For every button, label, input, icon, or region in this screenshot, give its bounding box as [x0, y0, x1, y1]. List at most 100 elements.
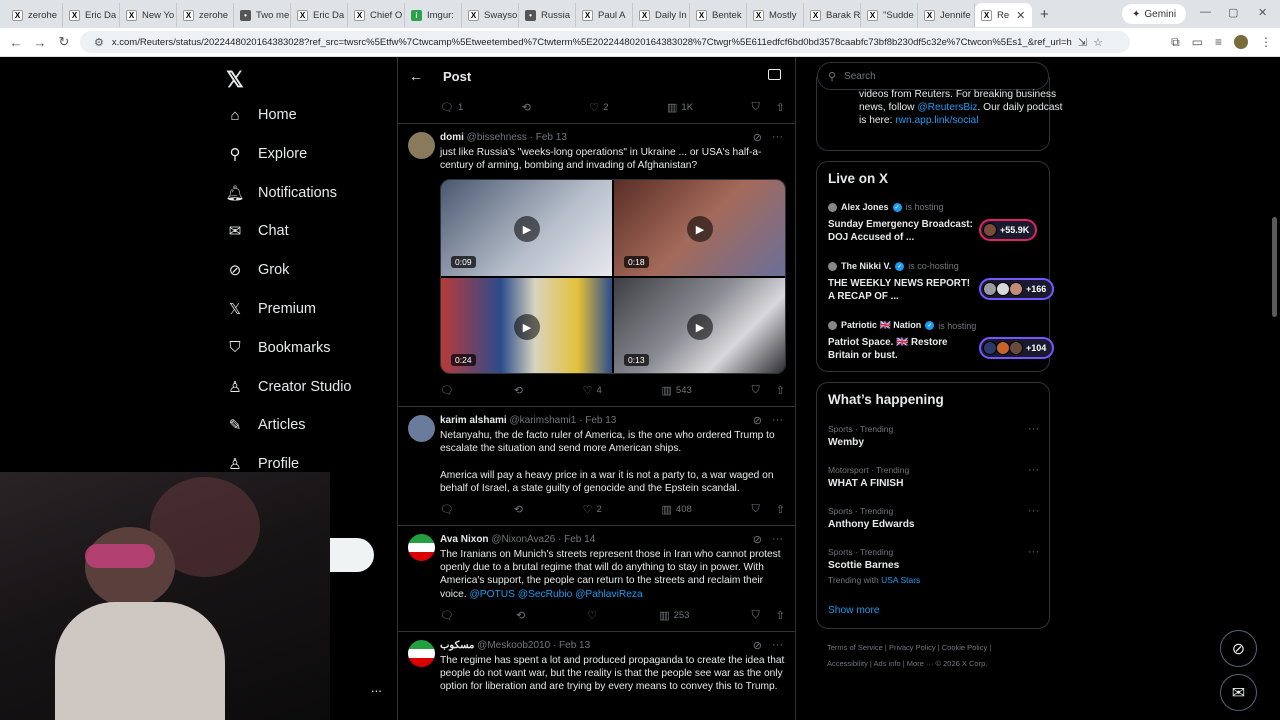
trend-sub-link[interactable]: USA Stars	[881, 575, 920, 585]
x-logo-icon[interactable]: 𝕏	[226, 67, 244, 93]
browser-tab[interactable]: X "Sudde	[861, 3, 918, 27]
url-text[interactable]: x.com/Reuters/status/2022448020164383028…	[112, 37, 1072, 48]
avatar[interactable]	[408, 415, 435, 442]
back-arrow-icon[interactable]: ←	[409, 68, 423, 84]
trend-name[interactable]: Anthony Edwards	[828, 519, 915, 530]
footer-links-2[interactable]: Accessibility | Ads info | More ··· © 20…	[827, 659, 987, 668]
tweet-date[interactable]: · Feb 13	[530, 132, 567, 143]
browser-tab[interactable]: X Chief O	[348, 3, 405, 27]
forward-icon[interactable]: →	[28, 35, 52, 50]
share-icon[interactable]: ⇧	[776, 101, 785, 114]
grok-fab-icon[interactable]: ⊘	[1220, 630, 1257, 667]
tweet-date[interactable]: · Feb 14	[558, 534, 595, 545]
gemini-button[interactable]: ✦ Gemini	[1122, 4, 1187, 24]
bookmark-button[interactable]: ⛉ ⇧	[752, 384, 785, 397]
browser-tab[interactable]: Xzerohe	[177, 3, 234, 27]
live-space-title[interactable]: Patriot Space. 🇬🇧 Restore Britain or bus…	[828, 336, 973, 362]
browser-tab[interactable]: X Eric Da	[291, 3, 348, 27]
bookmark-button[interactable]: ⛉ ⇧	[752, 609, 785, 622]
tab-active[interactable]: X Re ✕	[975, 3, 1032, 27]
split-view-icon[interactable]: ▭	[1192, 35, 1203, 50]
tab-close-icon[interactable]: ✕	[1016, 9, 1025, 22]
trend-name[interactable]: Wemby	[828, 437, 864, 448]
bookmark-button[interactable]: ⛉ ⇧	[752, 101, 785, 114]
like-button[interactable]: ♡ 2	[583, 503, 602, 516]
browser-tab[interactable]: X Swayso	[462, 3, 519, 27]
tweet[interactable]: مسكوب @Meskoob2010 · Feb 13 ⊘ ··· The reg…	[398, 631, 795, 720]
video-thumbnail[interactable]: ▶ 0:24	[441, 278, 612, 373]
browser-tab[interactable]: X Bentek	[690, 3, 747, 27]
like-button[interactable]: ♡ 2	[589, 101, 608, 114]
nav-item-creator-studio[interactable]: ♙ Creator Studio	[226, 378, 351, 396]
trend-name[interactable]: WHAT A FINISH	[828, 478, 903, 489]
browser-tab[interactable]: i Imgur:	[405, 3, 462, 27]
author-handle[interactable]: @bissehness	[467, 132, 527, 143]
nav-item-articles[interactable]: ✎ Articles	[226, 416, 306, 434]
more-icon[interactable]: ···	[772, 131, 783, 144]
site-info-icon[interactable]: ⚙	[94, 36, 104, 49]
share-icon[interactable]: ⇧	[776, 503, 785, 516]
video-thumbnail[interactable]: ▶ 0:09	[441, 180, 612, 276]
author-handle[interactable]: @Meskoob2010	[477, 640, 550, 651]
install-icon[interactable]: ⇲	[1078, 36, 1087, 49]
avatar[interactable]	[408, 640, 435, 667]
share-icon[interactable]: ⇧	[776, 609, 785, 622]
live-space-title[interactable]: Sunday Emergency Broadcast: DOJ Accused …	[828, 218, 973, 244]
author-name[interactable]: مسكوب	[440, 640, 474, 651]
reply-button[interactable]: 🗨︎	[440, 384, 454, 397]
browser-tab[interactable]: Xzerohe	[6, 3, 63, 27]
tweet[interactable]: karim alshami @karimshami1 · Feb 13 ⊘ ···…	[398, 406, 795, 525]
new-tab-icon[interactable]: +	[1040, 6, 1049, 23]
browser-tab[interactable]: • Russia	[519, 3, 576, 27]
browser-tab[interactable]: X Mostly	[747, 3, 804, 27]
views-button[interactable]: ▥ 408	[662, 503, 692, 516]
repost-button[interactable]: ⟲	[514, 384, 523, 397]
back-icon[interactable]: ←	[4, 35, 28, 50]
bookmark-button[interactable]: ⛉ ⇧	[752, 503, 785, 516]
extensions-icon[interactable]: ⧉	[1171, 35, 1180, 50]
browser-tab[interactable]: X Paul A	[576, 3, 633, 27]
nav-item-chat[interactable]: ✉ Chat	[226, 222, 289, 240]
share-icon[interactable]: ⇧	[776, 384, 785, 397]
like-button[interactable]: ♡ 4	[583, 384, 602, 397]
nav-item-bookmarks[interactable]: ⛉ Bookmarks	[226, 339, 330, 357]
trend-more-icon[interactable]: ···	[1028, 546, 1039, 558]
grok-icon[interactable]: ⊘	[753, 131, 762, 144]
live-space-title[interactable]: THE WEEKLY NEWS REPORT! A RECAP OF ...	[828, 277, 973, 303]
reply-button[interactable]: 🗨︎ 1	[440, 101, 463, 114]
tweet-date[interactable]: · Feb 13	[579, 415, 616, 426]
live-host[interactable]: Alex Jones ✓ is hosting	[828, 202, 944, 212]
mention-links[interactable]: @POTUS @SecRubio @PahlaviReza	[469, 589, 642, 600]
media-icon[interactable]: ≡	[1215, 35, 1222, 50]
close-window-icon[interactable]: ✕	[1258, 6, 1267, 19]
scrollbar-thumb[interactable]	[1272, 217, 1277, 317]
browser-tab[interactable]: X Barak R	[804, 3, 861, 27]
grok-icon[interactable]: ⊘	[753, 639, 762, 652]
listener-count-pill[interactable]: +104	[979, 337, 1055, 359]
nav-item-profile[interactable]: ♙ Profile	[226, 455, 299, 473]
maximize-icon[interactable]: ▢	[1228, 6, 1238, 19]
browser-tab[interactable]: • Two me	[234, 3, 291, 27]
bio-handle-link[interactable]: @ReutersBiz	[917, 102, 977, 113]
tweet[interactable]: Ava Nixon @NixonAva26 · Feb 14 ⊘ ··· The …	[398, 525, 795, 631]
messages-fab-icon[interactable]: ✉	[1220, 674, 1257, 711]
avatar[interactable]	[408, 534, 435, 561]
trend-more-icon[interactable]: ···	[1028, 505, 1039, 517]
bookmark-star-icon[interactable]: ☆	[1093, 36, 1103, 49]
video-thumbnail[interactable]: ▶ 0:13	[614, 278, 785, 373]
tweet-date[interactable]: · Feb 13	[553, 640, 590, 651]
scrollbar[interactable]	[1269, 57, 1280, 720]
account-more-icon[interactable]: ...	[371, 680, 382, 695]
views-button[interactable]: ▥ 1K	[667, 101, 693, 114]
reply-button[interactable]: 🗨︎	[440, 609, 454, 622]
reply-button[interactable]: 🗨︎	[440, 503, 454, 516]
play-icon[interactable]: ▶	[687, 314, 713, 340]
trend-more-icon[interactable]: ···	[1028, 423, 1039, 435]
bio-podcast-link[interactable]: rwn.app.link/social	[895, 115, 978, 126]
author-handle[interactable]: @NixonAva26	[491, 534, 555, 545]
author-name[interactable]: karim alshami	[440, 415, 507, 426]
repost-button[interactable]: ⟲	[514, 503, 523, 516]
repost-button[interactable]: ⟲	[522, 101, 531, 114]
more-icon[interactable]: ···	[772, 414, 783, 427]
grok-icon[interactable]: ⊘	[753, 414, 762, 427]
